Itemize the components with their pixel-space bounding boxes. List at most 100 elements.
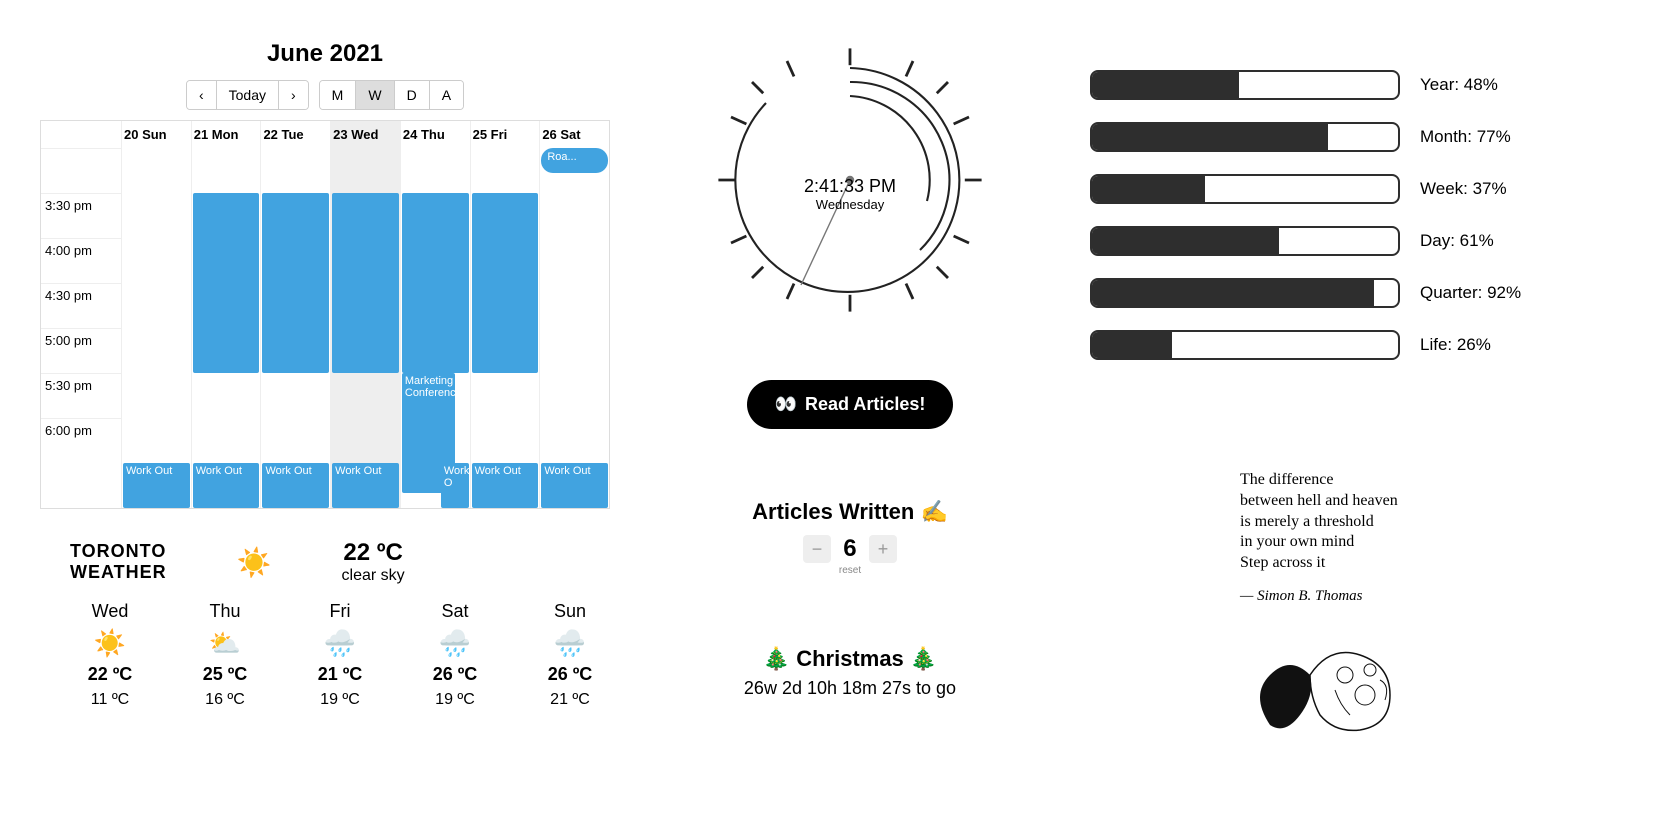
weather-icon: ☀️ bbox=[70, 628, 150, 658]
forecast-hi: 22 ºC bbox=[70, 664, 150, 685]
progress-row: Week: 37% bbox=[1090, 174, 1650, 204]
day-cell[interactable]: Work Out bbox=[191, 148, 261, 508]
forecast-day: Thu ⛅ 25 ºC 16 ºC bbox=[185, 601, 265, 709]
counter-minus-button[interactable]: − bbox=[803, 535, 831, 563]
progress-row: Quarter: 92% bbox=[1090, 278, 1650, 308]
forecast-hi: 26 ºC bbox=[415, 664, 495, 685]
forecast-lo: 16 ºC bbox=[185, 691, 265, 709]
current-condition: clear sky bbox=[342, 567, 405, 585]
progress-label: Year: 48% bbox=[1420, 75, 1498, 95]
progress-label: Quarter: 92% bbox=[1420, 283, 1521, 303]
calendar-view-day[interactable]: D bbox=[395, 81, 430, 109]
event-workout[interactable]: Work Out bbox=[193, 463, 260, 508]
day-cell[interactable]: Work Out bbox=[470, 148, 540, 508]
progress-widget: Year: 48% Month: 77% Week: 37% Day: 61% Quar… bbox=[1090, 70, 1650, 360]
event-roa[interactable]: Roa... bbox=[541, 148, 608, 173]
forecast-lo: 19 ºC bbox=[415, 691, 495, 709]
progress-bar bbox=[1090, 122, 1400, 152]
event-workout[interactable]: Work Out bbox=[472, 463, 539, 508]
quote-text: The difference between hell and heaven i… bbox=[1240, 470, 1500, 574]
progress-label: Month: 77% bbox=[1420, 127, 1511, 147]
quote-widget: The difference between hell and heaven i… bbox=[1240, 470, 1500, 750]
forecast-lo: 19 ºC bbox=[300, 691, 380, 709]
weather-widget: TORONTO WEATHER ☀️ 22 ºC clear sky Wed☀️… bbox=[40, 539, 610, 709]
day-header: 26 Sat bbox=[539, 121, 609, 148]
day-cell[interactable]: Work Out bbox=[121, 148, 191, 508]
calendar-next-button[interactable]: › bbox=[279, 81, 308, 109]
day-cell[interactable]: Roa... Work Out bbox=[539, 148, 609, 508]
calendar-widget: June 2021 ‹ Today › M W D A 20 Sun 21 Mo… bbox=[40, 40, 610, 509]
progress-label: Life: 26% bbox=[1420, 335, 1491, 355]
forecast-hi: 26 ºC bbox=[530, 664, 610, 685]
calendar-today-button[interactable]: Today bbox=[217, 81, 279, 109]
read-articles-button[interactable]: 👀 Read Articles! bbox=[747, 380, 954, 429]
event-workout[interactable]: Work Out bbox=[332, 463, 399, 508]
event-block[interactable] bbox=[332, 193, 399, 373]
event-workout[interactable]: Work Out bbox=[262, 463, 329, 508]
current-temp: 22 ºC bbox=[342, 539, 405, 567]
forecast-day-name: Wed bbox=[70, 601, 150, 622]
event-workout[interactable]: Work Out bbox=[123, 463, 190, 508]
weather-icon: 🌧️ bbox=[300, 628, 380, 658]
countdown-remaining: 26w 2d 10h 18m 27s to go bbox=[744, 678, 956, 699]
progress-bar bbox=[1090, 278, 1400, 308]
forecast-day-name: Fri bbox=[300, 601, 380, 622]
forecast-lo: 11 ºC bbox=[70, 691, 150, 709]
forecast-lo: 21 ºC bbox=[530, 691, 610, 709]
day-cell[interactable]: Work Out bbox=[260, 148, 330, 508]
forecast-day: Wed ☀️ 22 ºC 11 ºC bbox=[70, 601, 150, 709]
weather-location: TORONTO bbox=[70, 541, 167, 562]
countdown-widget: 🎄 Christmas 🎄 26w 2d 10h 18m 27s to go bbox=[744, 646, 956, 699]
calendar-view-week[interactable]: W bbox=[356, 81, 394, 109]
progress-row: Day: 61% bbox=[1090, 226, 1650, 256]
event-block[interactable] bbox=[402, 193, 469, 373]
day-header: 22 Tue bbox=[260, 121, 330, 148]
forecast-day-name: Sat bbox=[415, 601, 495, 622]
day-cell[interactable]: Work Out bbox=[330, 148, 400, 508]
progress-label: Week: 37% bbox=[1420, 179, 1507, 199]
forecast-day-name: Thu bbox=[185, 601, 265, 622]
progress-bar bbox=[1090, 330, 1400, 360]
progress-row: Year: 48% bbox=[1090, 70, 1650, 100]
article-counter-widget: Articles Written ✍️ − 6 + reset bbox=[752, 499, 948, 576]
calendar-view-group: M W D A bbox=[319, 80, 464, 110]
event-workout[interactable]: Work O bbox=[441, 463, 469, 508]
counter-plus-button[interactable]: + bbox=[869, 535, 897, 563]
forecast-day: Sat 🌧️ 26 ºC 19 ºC bbox=[415, 601, 495, 709]
day-header: 23 Wed bbox=[330, 121, 400, 148]
counter-value: 6 bbox=[835, 535, 865, 563]
calendar-prev-button[interactable]: ‹ bbox=[187, 81, 217, 109]
forecast-hi: 25 ºC bbox=[185, 664, 265, 685]
progress-row: Life: 26% bbox=[1090, 330, 1650, 360]
day-cell[interactable]: Marketing Conference Work O bbox=[400, 148, 470, 508]
clock-widget: 2:41:33 PM Wednesday bbox=[710, 40, 990, 320]
forecast-day: Fri 🌧️ 21 ºC 19 ºC bbox=[300, 601, 380, 709]
weather-icon: 🌧️ bbox=[415, 628, 495, 658]
event-workout[interactable]: Work Out bbox=[541, 463, 608, 508]
clock-time: 2:41:33 PM bbox=[804, 176, 896, 197]
forecast-day: Sun 🌧️ 26 ºC 21 ºC bbox=[530, 601, 610, 709]
quote-author: — Simon B. Thomas bbox=[1240, 588, 1500, 605]
weather-icon: ⛅ bbox=[185, 628, 265, 658]
progress-bar bbox=[1090, 226, 1400, 256]
event-block[interactable] bbox=[472, 193, 539, 373]
sun-icon: ☀️ bbox=[237, 546, 272, 579]
calendar-title: June 2021 bbox=[40, 40, 610, 68]
calendar-nav-group: ‹ Today › bbox=[186, 80, 309, 110]
day-header: 20 Sun bbox=[121, 121, 191, 148]
weather-icon: 🌧️ bbox=[530, 628, 610, 658]
counter-reset-link[interactable]: reset bbox=[752, 565, 948, 576]
event-block[interactable] bbox=[262, 193, 329, 373]
calendar-view-month[interactable]: M bbox=[320, 81, 357, 109]
progress-row: Month: 77% bbox=[1090, 122, 1650, 152]
day-header: 24 Thu bbox=[400, 121, 470, 148]
event-block[interactable] bbox=[193, 193, 260, 373]
forecast-day-name: Sun bbox=[530, 601, 610, 622]
day-header: 21 Mon bbox=[191, 121, 261, 148]
countdown-title: 🎄 Christmas 🎄 bbox=[744, 646, 956, 672]
forecast-hi: 21 ºC bbox=[300, 664, 380, 685]
quote-illustration bbox=[1240, 625, 1420, 745]
calendar-view-agenda[interactable]: A bbox=[430, 81, 463, 109]
progress-label: Day: 61% bbox=[1420, 231, 1494, 251]
clock-day: Wednesday bbox=[804, 197, 896, 212]
